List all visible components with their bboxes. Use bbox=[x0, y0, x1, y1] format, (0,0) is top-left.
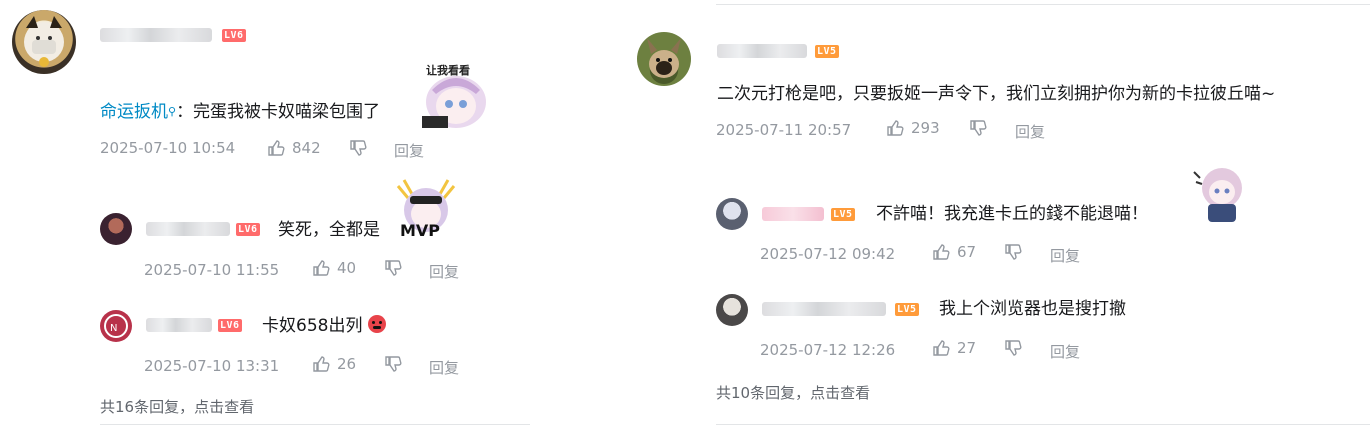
avatar-art bbox=[24, 16, 64, 67]
dislike-icon bbox=[350, 140, 367, 156]
like-button[interactable]: 27 bbox=[931, 338, 976, 358]
username-blurred[interactable] bbox=[100, 28, 212, 42]
like-count: 842 bbox=[292, 139, 321, 157]
dislike-button[interactable] bbox=[383, 258, 403, 278]
dislike-button[interactable] bbox=[1003, 338, 1023, 358]
view-replies-link[interactable]: 共10条回复，点击查看 bbox=[716, 382, 870, 403]
divider bbox=[716, 424, 1370, 425]
user-avatar[interactable] bbox=[637, 32, 691, 86]
user-avatar[interactable] bbox=[12, 10, 76, 74]
comment-text: 二次元打枪是吧，只要扳姬一声令下，我们立刻拥护你为新的卡拉彼丘喵~ bbox=[717, 84, 1276, 104]
reply-button[interactable]: 回复 bbox=[394, 140, 424, 161]
level-badge: LV5 bbox=[831, 208, 855, 221]
reply-username-blurred[interactable] bbox=[762, 302, 886, 316]
dislike-icon bbox=[385, 260, 402, 276]
divider bbox=[100, 424, 530, 425]
reply-text: 我上个浏览器也是搜打撤 bbox=[939, 299, 1126, 319]
sticker-caption: MVP bbox=[400, 221, 441, 240]
reply-button[interactable]: 回复 bbox=[429, 357, 459, 378]
reply-button[interactable]: 回复 bbox=[1050, 341, 1080, 362]
like-count: 40 bbox=[337, 259, 357, 277]
comment-text: 命运扳机⚲：完蛋我被卡奴喵梁包围了 bbox=[100, 100, 380, 124]
like-button[interactable]: 67 bbox=[931, 242, 976, 262]
reply-timestamp: 2025-07-12 12:26 bbox=[760, 341, 896, 359]
divider bbox=[716, 4, 1370, 5]
level-badge: LV6 bbox=[218, 319, 242, 332]
reply-avatar[interactable] bbox=[716, 294, 748, 326]
like-icon bbox=[887, 120, 904, 136]
reply-button[interactable]: 回复 bbox=[429, 261, 459, 282]
level-badge: LV6 bbox=[222, 29, 246, 42]
reply-username-blurred[interactable] bbox=[146, 222, 230, 236]
dislike-icon bbox=[970, 120, 987, 136]
dislike-button[interactable] bbox=[968, 118, 988, 138]
like-icon bbox=[268, 140, 285, 156]
dislike-icon bbox=[385, 356, 402, 372]
like-count: 67 bbox=[957, 243, 977, 261]
comment-timestamp: 2025-07-10 10:54 bbox=[100, 139, 236, 157]
like-button[interactable]: 40 bbox=[311, 258, 356, 278]
mention-link[interactable]: 命运扳机 bbox=[100, 102, 168, 122]
like-icon bbox=[313, 356, 330, 372]
sticker-image bbox=[1188, 158, 1254, 224]
like-icon bbox=[933, 340, 950, 356]
dislike-button[interactable] bbox=[1003, 242, 1023, 262]
comment-body: ：完蛋我被卡奴喵梁包围了 bbox=[176, 102, 381, 122]
reply-timestamp: 2025-07-12 09:42 bbox=[760, 245, 896, 263]
username-blurred[interactable] bbox=[717, 44, 807, 58]
view-replies-link[interactable]: 共16条回复，点击查看 bbox=[100, 396, 254, 417]
like-button[interactable]: 293 bbox=[885, 118, 940, 138]
like-button[interactable]: 842 bbox=[266, 138, 321, 158]
search-icon[interactable]: ⚲ bbox=[168, 105, 176, 118]
dislike-button[interactable] bbox=[383, 354, 403, 374]
reply-text: 不許喵！我充進卡丘的錢不能退喵！ bbox=[876, 204, 1148, 224]
angry-emoji-icon bbox=[367, 315, 386, 333]
reply-text: 笑死，全都是 bbox=[278, 220, 380, 240]
level-badge: LV6 bbox=[236, 223, 260, 236]
comment-timestamp: 2025-07-11 20:57 bbox=[716, 121, 852, 139]
like-count: 27 bbox=[957, 339, 977, 357]
reply-text: 卡奴658出列 bbox=[262, 314, 386, 338]
reply-button[interactable]: 回复 bbox=[1050, 245, 1080, 266]
reply-body: 卡奴658出列 bbox=[262, 316, 363, 336]
reply-button[interactable]: 回复 bbox=[1015, 121, 1045, 142]
reply-username-blurred[interactable] bbox=[146, 318, 212, 332]
reply-avatar[interactable]: N bbox=[100, 310, 132, 342]
like-button[interactable]: 26 bbox=[311, 354, 356, 374]
reply-timestamp: 2025-07-10 13:31 bbox=[144, 357, 280, 375]
level-badge: LV5 bbox=[895, 303, 919, 316]
reply-avatar[interactable] bbox=[716, 198, 748, 230]
reply-username-blurred[interactable] bbox=[762, 207, 824, 221]
like-icon bbox=[313, 260, 330, 276]
svg-text:N: N bbox=[110, 323, 117, 334]
sticker-caption: 让我看看 bbox=[426, 64, 470, 77]
level-badge: LV5 bbox=[815, 45, 839, 58]
like-count: 293 bbox=[911, 119, 940, 137]
sticker-image: MVP bbox=[394, 176, 458, 242]
sticker-image: 让我看看 bbox=[418, 60, 492, 130]
reply-avatar[interactable] bbox=[100, 213, 132, 245]
reply-timestamp: 2025-07-10 11:55 bbox=[144, 261, 280, 279]
like-icon bbox=[933, 244, 950, 260]
dislike-icon bbox=[1005, 244, 1022, 260]
dislike-button[interactable] bbox=[348, 138, 368, 158]
dislike-icon bbox=[1005, 340, 1022, 356]
like-count: 26 bbox=[337, 355, 357, 373]
